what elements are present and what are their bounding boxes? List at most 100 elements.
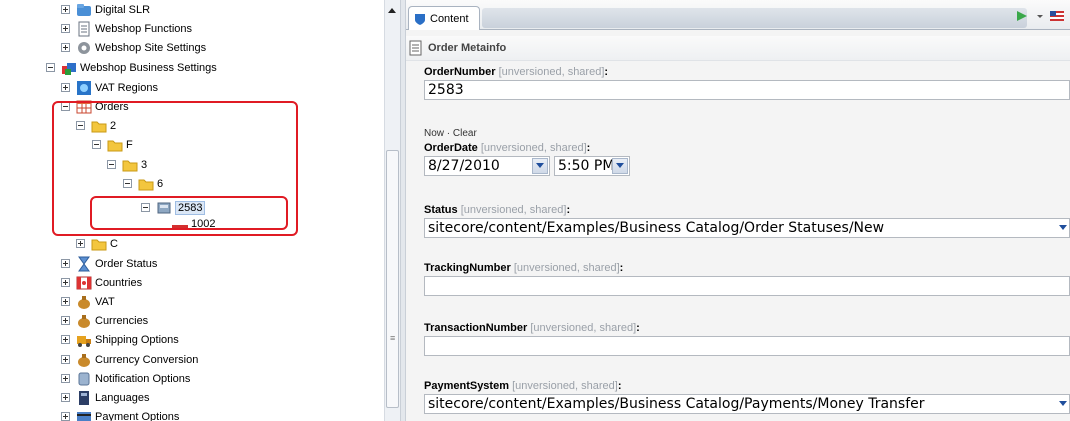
- field-label: TrackingNumber [unversioned, shared]:: [424, 262, 624, 274]
- field-tracking-number: TrackingNumber [unversioned, shared]:: [424, 262, 1070, 296]
- language-flag-icon[interactable]: [1049, 8, 1065, 24]
- date-picker[interactable]: 8/27/2010: [424, 156, 550, 176]
- tree-scrollbar[interactable]: ≡: [384, 0, 400, 421]
- expand-icon[interactable]: [61, 355, 70, 364]
- time-picker[interactable]: 5:50 PM: [554, 156, 630, 176]
- tree-item-label: C: [110, 237, 118, 250]
- tree-item-webshop-functions[interactable]: Webshop Functions: [61, 19, 192, 38]
- tree-item-languages[interactable]: Languages: [61, 388, 149, 407]
- expand-icon[interactable]: [61, 43, 70, 52]
- expand-icon[interactable]: [76, 239, 85, 248]
- tree-item-order-status[interactable]: Order Status: [61, 254, 157, 273]
- tree-item-label: Webshop Business Settings: [80, 61, 217, 74]
- tree-item-countries[interactable]: Countries: [61, 273, 142, 292]
- tree-item-vat[interactable]: VAT: [61, 292, 115, 311]
- field-payment-system: PaymentSystem [unversioned, shared]: sit…: [424, 380, 1070, 414]
- date-time-row: 8/27/2010 5:50 PM: [424, 156, 1070, 176]
- notification-icon: [76, 371, 92, 387]
- navigate-arrow-icon[interactable]: [1015, 8, 1031, 24]
- now-link[interactable]: Now: [424, 128, 444, 139]
- field-status: Status [unversioned, shared]: sitecore/c…: [424, 204, 1070, 238]
- tab-content[interactable]: Content: [408, 6, 480, 30]
- business-settings-icon: [61, 60, 77, 76]
- tracking-number-input[interactable]: [424, 276, 1070, 296]
- book-icon: [76, 390, 92, 406]
- expand-icon[interactable]: [61, 412, 70, 421]
- field-label: OrderDate [unversioned, shared]:: [424, 142, 591, 154]
- expand-icon[interactable]: [61, 24, 70, 33]
- date-value: 8/27/2010: [428, 158, 500, 174]
- field-label: PaymentSystem [unversioned, shared]:: [424, 380, 622, 392]
- field-transaction-number: TransactionNumber [unversioned, shared]:: [424, 322, 1070, 356]
- tree-item-label: Shipping Options: [95, 333, 179, 346]
- tree-item-payment-options[interactable]: Payment Options: [61, 407, 179, 421]
- clear-link[interactable]: Clear: [453, 128, 477, 139]
- tree-item-webshop-business-settings[interactable]: Webshop Business Settings: [46, 58, 217, 77]
- money-bag-icon: [76, 313, 92, 329]
- gear-icon: [76, 40, 92, 56]
- flag-icon: [76, 275, 92, 291]
- tree-item-shipping-options[interactable]: Shipping Options: [61, 330, 179, 349]
- tree-item-label: Currency Conversion: [95, 353, 199, 366]
- folder-icon: [91, 236, 107, 252]
- tree-item-webshop-site-settings[interactable]: Webshop Site Settings: [61, 38, 206, 57]
- tree-item-label: Countries: [95, 276, 143, 289]
- status-value: sitecore/content/Examples/Business Catal…: [428, 220, 885, 236]
- scroll-thumb[interactable]: ≡: [386, 150, 399, 408]
- expand-icon[interactable]: [61, 83, 70, 92]
- shipping-icon: [76, 332, 92, 348]
- time-dropdown-chevron-icon[interactable]: [612, 158, 628, 174]
- tab-tools: [1015, 8, 1068, 24]
- payment-system-select[interactable]: sitecore/content/Examples/Business Catal…: [424, 394, 1070, 414]
- expand-icon[interactable]: [61, 259, 70, 268]
- section-title: Order Metainfo: [428, 42, 507, 54]
- tree-item-label: Digital SLR: [95, 3, 151, 16]
- payment-system-value: sitecore/content/Examples/Business Catal…: [428, 396, 925, 412]
- transaction-number-input[interactable]: [424, 336, 1070, 356]
- status-select[interactable]: sitecore/content/Examples/Business Catal…: [424, 218, 1070, 238]
- tree-item-vat-regions[interactable]: VAT Regions: [61, 78, 158, 97]
- document-icon: [76, 21, 92, 37]
- highlight-order-2583-box: [90, 196, 288, 230]
- tree-item-label: Currencies: [95, 314, 149, 327]
- expand-icon[interactable]: [61, 316, 70, 325]
- separator: ·: [446, 128, 451, 139]
- content-editor: Content Order Metainfo OrderNumber [unve…: [406, 0, 1070, 421]
- date-dropdown-chevron-icon[interactable]: [532, 158, 548, 174]
- tree-item-label: Notification Options: [95, 372, 191, 385]
- field-label: Status [unversioned, shared]:: [424, 204, 571, 216]
- tree-item-label: VAT Regions: [95, 81, 158, 94]
- expand-icon[interactable]: [61, 5, 70, 14]
- tab-bar: Content: [406, 0, 1070, 30]
- expand-icon[interactable]: [61, 335, 70, 344]
- payment-icon: [76, 409, 92, 421]
- scroll-up-arrow-icon[interactable]: [388, 8, 396, 13]
- globe-icon: [76, 80, 92, 96]
- expand-icon[interactable]: [61, 278, 70, 287]
- expand-icon[interactable]: [61, 297, 70, 306]
- tree-item-label: Webshop Functions: [95, 22, 193, 35]
- content-shield-icon: [413, 12, 427, 26]
- money-bag-icon: [76, 352, 92, 368]
- order-number-input[interactable]: 2583: [424, 80, 1070, 100]
- chevron-down-icon[interactable]: [1057, 395, 1069, 413]
- tree-item-notification-options[interactable]: Notification Options: [61, 369, 190, 388]
- chevron-down-icon[interactable]: [1057, 219, 1069, 237]
- section-icon: [408, 40, 424, 56]
- field-label: OrderNumber [unversioned, shared]:: [424, 66, 609, 78]
- tree-item-label: Order Status: [95, 257, 158, 270]
- tree-item-currencies[interactable]: Currencies: [61, 311, 148, 330]
- expand-icon[interactable]: [61, 393, 70, 402]
- tree-item-label: VAT: [95, 295, 115, 308]
- section-header-order-metainfo[interactable]: Order Metainfo: [406, 36, 1070, 61]
- tree-item-currency-conversion[interactable]: Currency Conversion: [61, 350, 198, 369]
- tree-item-folder-c[interactable]: C: [76, 234, 118, 253]
- money-bag-icon: [76, 294, 92, 310]
- collapse-icon[interactable]: [46, 63, 55, 72]
- tree-item-digital-slr[interactable]: Digital SLR: [61, 0, 150, 19]
- expand-icon[interactable]: [61, 374, 70, 383]
- tree-item-label: Webshop Site Settings: [95, 41, 207, 54]
- chevron-down-icon[interactable]: [1036, 8, 1044, 24]
- date-links: Now · Clear: [424, 128, 1070, 139]
- time-value: 5:50 PM: [558, 158, 615, 174]
